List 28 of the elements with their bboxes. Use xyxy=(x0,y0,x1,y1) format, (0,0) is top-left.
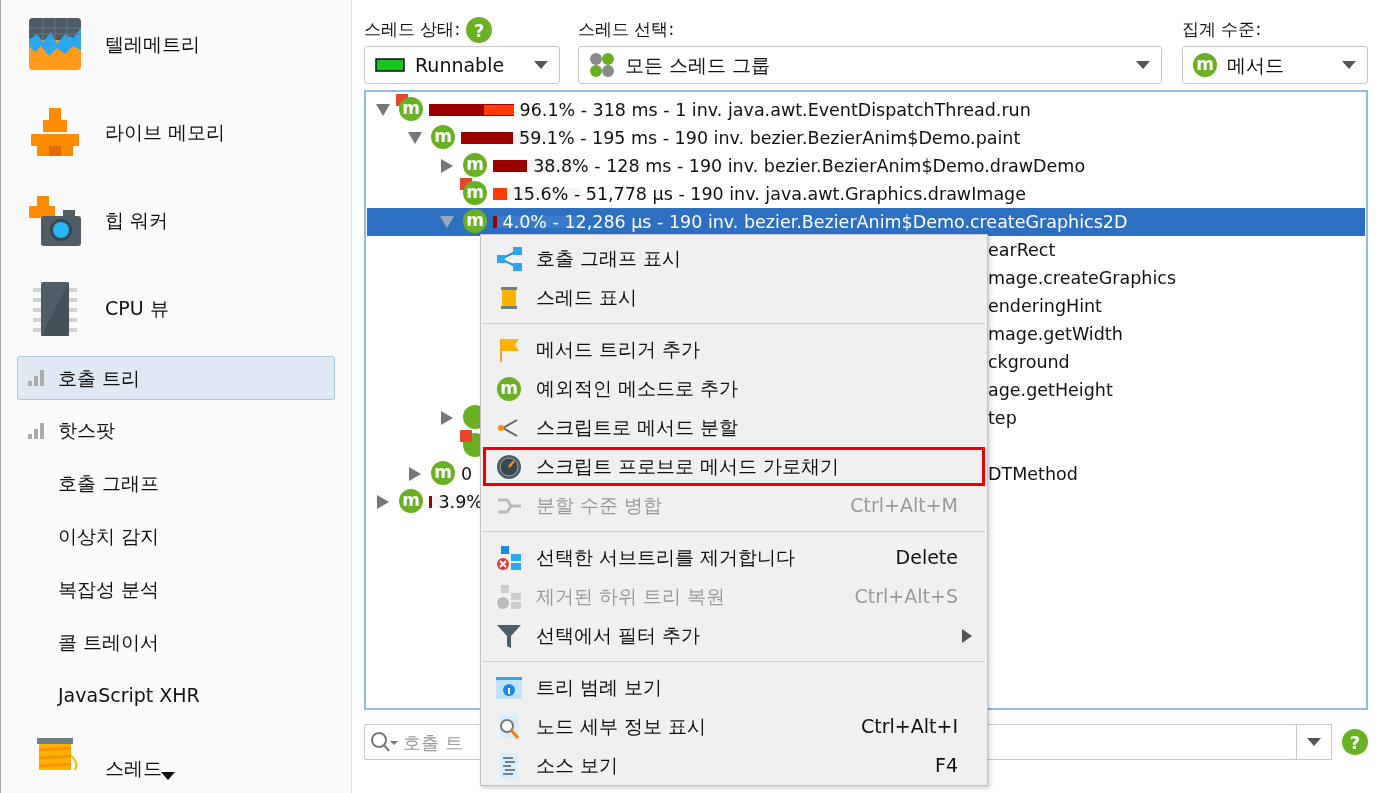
tree-node-label: tep xyxy=(988,407,1017,428)
tree-node-label: DTMethod xyxy=(988,463,1078,484)
method-icon: m xyxy=(1193,53,1217,77)
tree-node-label: 59.1% - 195 ms - 190 inv. bezier.BezierAnim$Demo.paint xyxy=(519,126,1021,150)
method-icon: m xyxy=(463,181,487,205)
shortcut-label: Ctrl+Alt+M xyxy=(850,493,958,519)
shortcut-label: Ctrl+Alt+S xyxy=(854,584,958,610)
tree-node-label: 96.1% - 318 ms - 1 inv. java.awt.EventDispatchThread.run xyxy=(519,98,1031,122)
tree-node-label: 38.8% - 128 ms - 190 inv. bezier.BezierAnim$Demo.drawDemo xyxy=(533,154,1086,178)
method-icon: m xyxy=(399,97,423,121)
method-icon: m xyxy=(497,376,521,401)
field-label: 스레드 선택: xyxy=(578,18,675,42)
shortcut-label: F4 xyxy=(934,753,958,779)
shortcut-label: Ctrl+Alt+I xyxy=(861,714,958,740)
method-icon: m xyxy=(399,489,423,513)
tree-node-label: 4.0% - 12,286 µs - 190 inv. bezier.BezierAnim$Demo.createGraphics2D xyxy=(502,210,1128,234)
field-label: 집계 수준: xyxy=(1182,18,1262,42)
tree-node-label: 3.9% xyxy=(438,490,483,514)
tree-node-label: 0 xyxy=(461,462,473,486)
tree-node-label: 15.6% - 51,778 µs - 190 inv. java.awt.Graphics.drawImage xyxy=(512,182,1026,206)
tree-node-label: mage.getWidth xyxy=(988,323,1123,344)
method-icon: m xyxy=(431,461,455,485)
tree-node-label: mage.createGraphics xyxy=(988,267,1177,288)
method-icon: m xyxy=(463,209,487,233)
method-icon: m xyxy=(463,153,487,177)
field-label: 스레드 상태: xyxy=(364,18,461,42)
shortcut-label: Delete xyxy=(895,545,958,571)
method-icon: m xyxy=(431,125,455,149)
